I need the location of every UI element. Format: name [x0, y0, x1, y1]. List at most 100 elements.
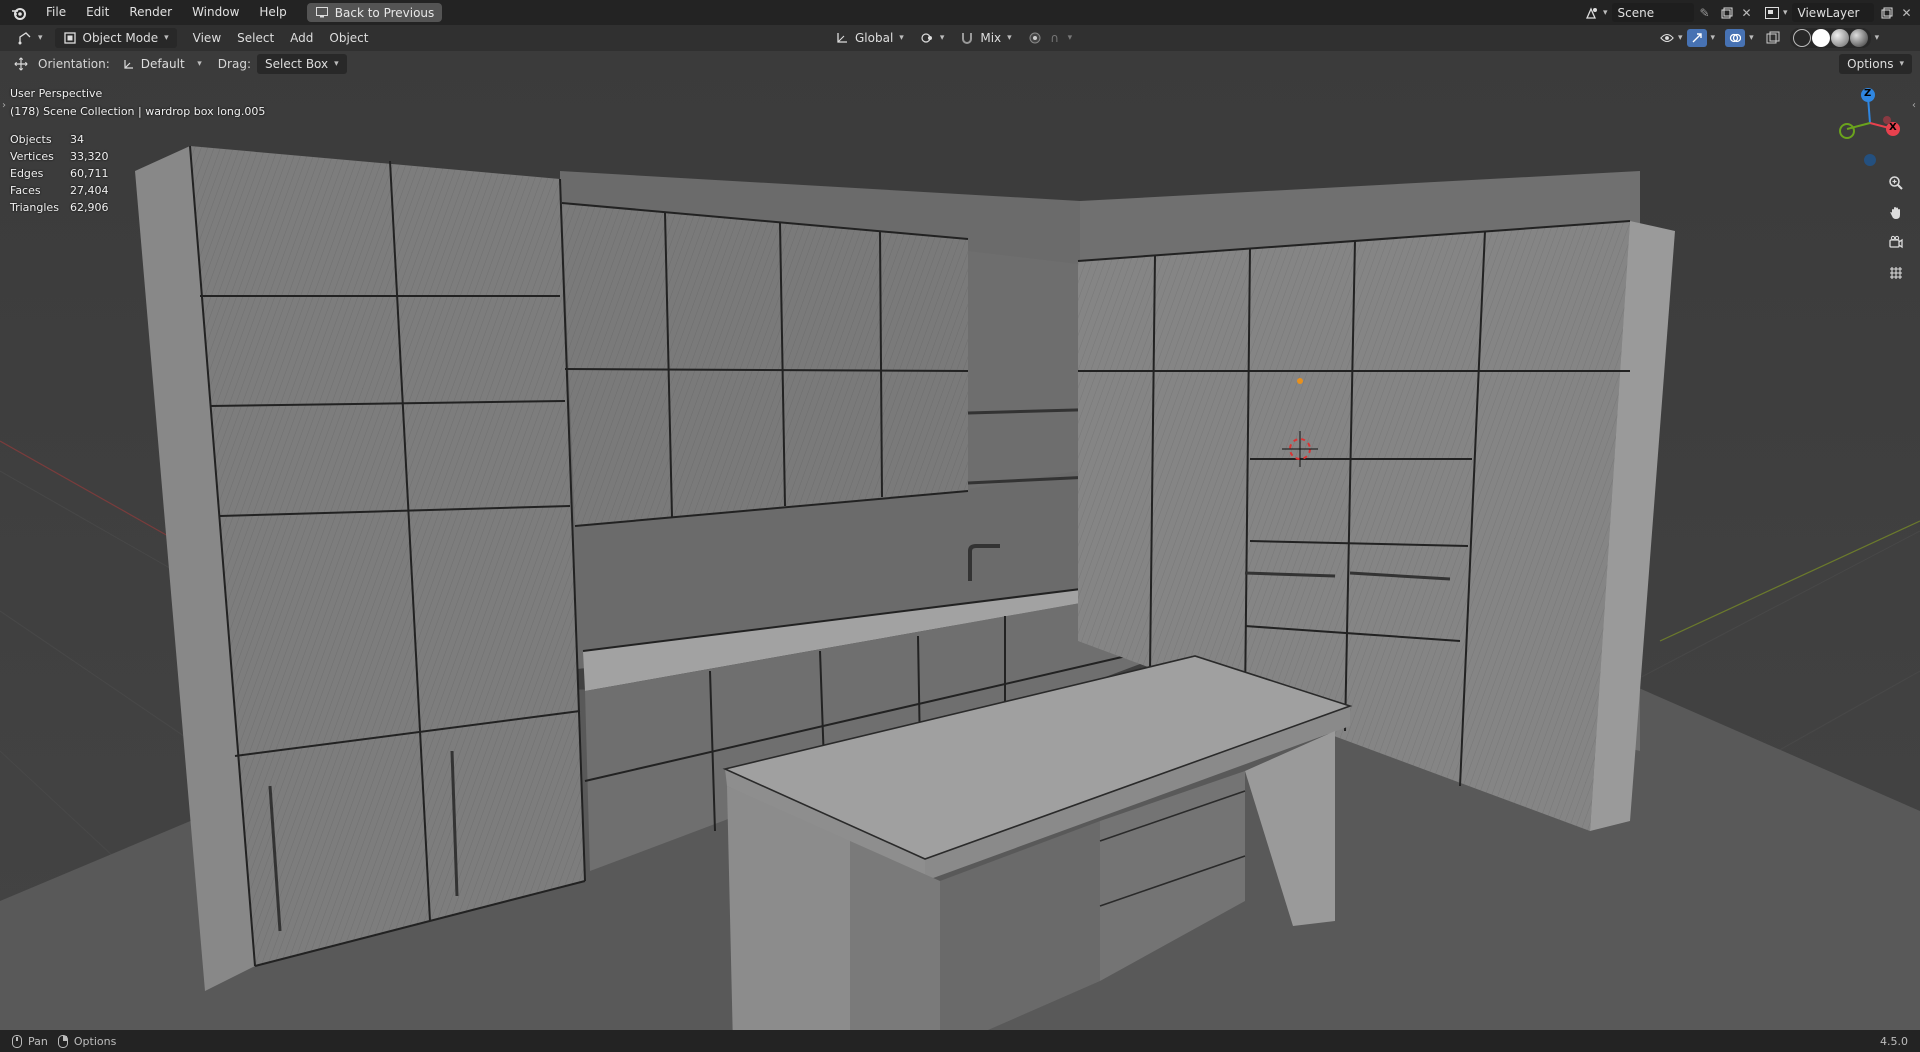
- falloff-curve-icon[interactable]: ∩: [1048, 31, 1062, 45]
- orientation-axis-icon: [122, 57, 136, 71]
- object-origin: [1297, 378, 1303, 384]
- drag-label: Drag:: [217, 57, 251, 71]
- chevron-down-icon: ▾: [1783, 7, 1788, 18]
- chevron-down-icon: ▾: [1899, 59, 1904, 69]
- menu-window[interactable]: Window: [182, 0, 249, 25]
- transform-controls: Global ▾ ▾ Mix ▾ ∩ ▾: [827, 28, 1080, 48]
- mouse-right-icon: [56, 1034, 70, 1048]
- gizmo-z-label: Z: [1864, 88, 1872, 99]
- options-dropdown[interactable]: Options ▾: [1839, 54, 1912, 74]
- new-view-layer-icon[interactable]: [1880, 6, 1894, 20]
- chevron-down-icon: ▾: [334, 59, 339, 69]
- chevron-down-icon: ▾: [38, 33, 43, 43]
- perspective-label: User Perspective: [10, 87, 103, 100]
- stat-triangles: Triangles 62,906: [10, 201, 109, 214]
- close-icon[interactable]: ✕: [1740, 6, 1754, 20]
- chevron-down-icon: ▾: [1007, 33, 1012, 43]
- blender-logo-icon[interactable]: [10, 4, 28, 22]
- object-mode-label: Object Mode: [82, 31, 159, 45]
- orientation-value: Default: [140, 57, 185, 71]
- left-tall-cabinets: [135, 145, 586, 991]
- object-mode-dropdown[interactable]: Object Mode ▾: [54, 28, 177, 48]
- viewport-editor-icon: [18, 31, 32, 45]
- menu-object[interactable]: Object: [321, 28, 376, 48]
- new-scene-icon[interactable]: [1720, 6, 1734, 20]
- ortho-grid-icon[interactable]: [1883, 260, 1909, 286]
- view-layer-name-field[interactable]: ViewLayer: [1791, 3, 1874, 22]
- stat-vertices: Vertices 33,320: [10, 150, 109, 163]
- close-icon[interactable]: ✕: [1900, 6, 1914, 20]
- snap-mode-label: Mix: [980, 31, 1002, 45]
- stat-objects: Objects 34: [10, 133, 84, 146]
- sidebar-toggle-icon[interactable]: ‹: [1912, 100, 1916, 111]
- stat-edges: Edges 60,711: [10, 167, 109, 180]
- object-mode-icon: [63, 31, 77, 45]
- orientation-dropdown[interactable]: Default ▾: [114, 54, 210, 74]
- rendered-shading-icon[interactable]: [1849, 29, 1868, 47]
- chevron-down-icon: ▾: [899, 33, 904, 43]
- menu-view[interactable]: View: [185, 28, 229, 48]
- viewport-display-controls: ▾ ▾ ▾ ▾: [1660, 28, 1879, 48]
- scene-selector[interactable]: ▾ Scene ✎ ✕: [1585, 2, 1754, 23]
- orientation-label: Orientation:: [38, 57, 110, 71]
- top-bar: File Edit Render Window Help Back to Pre…: [0, 0, 1920, 25]
- axis-icon: [835, 31, 849, 45]
- move-tool-icon[interactable]: [14, 57, 28, 71]
- transform-orientation-label: Global: [855, 31, 894, 45]
- pan-hand-icon[interactable]: [1883, 200, 1909, 226]
- editor-type-button[interactable]: ▾: [10, 28, 51, 48]
- gizmo-toggle-icon[interactable]: [1686, 29, 1707, 47]
- back-to-previous-label: Back to Previous: [334, 5, 435, 20]
- chevron-down-icon: ▾: [197, 59, 202, 69]
- menu-file[interactable]: File: [36, 0, 76, 25]
- proportional-editing-toggle[interactable]: ∩ ▾: [1020, 28, 1081, 48]
- pivot-point-dropdown[interactable]: ▾: [912, 28, 953, 48]
- magnet-icon: [960, 31, 974, 45]
- proportional-edit-icon: [1028, 31, 1042, 45]
- 3d-viewport[interactable]: [0, 51, 1920, 1030]
- camera-view-icon[interactable]: [1883, 230, 1909, 256]
- chevron-down-icon: ▾: [164, 33, 169, 43]
- menu-help[interactable]: Help: [249, 0, 296, 25]
- wireframe-shading-icon[interactable]: [1792, 29, 1811, 47]
- stat-faces: Faces 27,404: [10, 184, 109, 197]
- snap-toggle[interactable]: Mix ▾: [952, 28, 1019, 48]
- gizmo-x-label: X: [1889, 122, 1897, 133]
- back-to-previous-button[interactable]: Back to Previous: [306, 3, 443, 22]
- solid-shading-icon[interactable]: [1811, 29, 1830, 47]
- viewport-header: ▾ Object Mode ▾ View Select Add Object G…: [0, 25, 1920, 51]
- scene-name-field[interactable]: Scene: [1611, 3, 1694, 22]
- view-layer-selector[interactable]: ▾ ViewLayer ✕: [1765, 2, 1914, 23]
- pin-icon[interactable]: ✎: [1698, 6, 1712, 20]
- navigation-gizmo[interactable]: Z X: [1835, 85, 1905, 170]
- status-bar: Pan Options 4.5.0: [0, 1030, 1920, 1052]
- chevron-down-icon: ▾: [1678, 33, 1683, 43]
- menu-edit[interactable]: Edit: [76, 0, 119, 25]
- visibility-eye-icon[interactable]: [1660, 31, 1674, 45]
- menu-select[interactable]: Select: [229, 28, 282, 48]
- menu-add[interactable]: Add: [282, 28, 321, 48]
- chevron-down-icon: ▾: [939, 33, 945, 43]
- pan-hint: Pan: [28, 1034, 48, 1048]
- scene-statistics: Objects 34 Vertices 33,320 Edges 60,711 Fac…: [10, 133, 109, 218]
- transform-orientation-dropdown[interactable]: Global ▾: [827, 28, 912, 48]
- version-label: 4.5.0: [1880, 1034, 1908, 1048]
- chevron-down-icon: ▾: [1710, 33, 1716, 43]
- scene-icon: [1585, 6, 1599, 20]
- chevron-down-icon: ▾: [1067, 33, 1073, 43]
- options-label: Options: [1847, 57, 1894, 71]
- toolbar-toggle-icon[interactable]: ›: [2, 100, 6, 111]
- xray-toggle-icon[interactable]: [1766, 31, 1780, 45]
- chevron-down-icon: ▾: [1603, 7, 1608, 18]
- drag-dropdown[interactable]: Select Box ▾: [256, 54, 347, 74]
- material-preview-shading-icon[interactable]: [1830, 29, 1849, 47]
- screen-icon: [315, 6, 329, 20]
- tool-settings-bar: Orientation: Default ▾ Drag: Select Box …: [0, 51, 1920, 77]
- options-hint: Options: [73, 1034, 117, 1048]
- menu-render[interactable]: Render: [119, 0, 182, 25]
- mouse-middle-icon: [10, 1034, 24, 1048]
- overlays-toggle-icon[interactable]: [1725, 29, 1746, 47]
- chevron-down-icon: ▾: [1749, 33, 1754, 43]
- zoom-icon[interactable]: [1883, 170, 1909, 196]
- pivot-icon: [920, 31, 934, 45]
